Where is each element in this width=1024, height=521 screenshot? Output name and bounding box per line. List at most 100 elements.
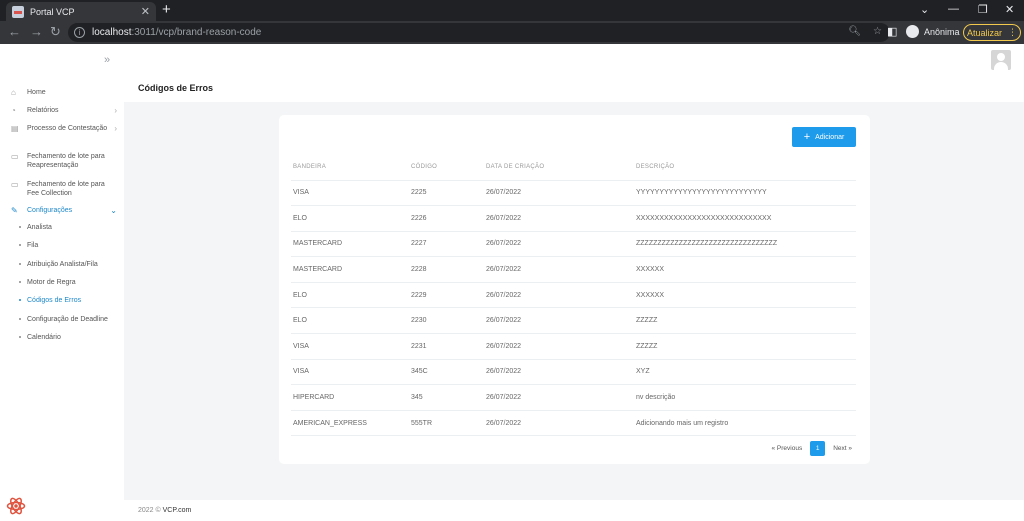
user-avatar[interactable] [991,50,1011,70]
bullet-icon [19,318,21,321]
bullet-icon [19,226,21,229]
cell-codigo: 555TR [409,410,484,437]
sidebar-subitem-calendario[interactable]: Calendário [19,334,61,341]
sidebar-subitem-deadline[interactable]: Configuração de Deadline [19,316,108,323]
cell-descricao: ZZZZZ [634,333,856,360]
chevron-down-icon: ⌄ [110,206,117,215]
window-close-icon[interactable]: ✕ [1005,3,1014,16]
wrench-icon: ✎ [11,206,18,215]
sidebar-subitem-motor-regra[interactable]: Motor de Regra [19,279,76,286]
page-header: Códigos de Erros [124,44,1024,102]
sidebar-item-relatorios[interactable]: ◔ Relatórios › [11,106,117,115]
table-row[interactable]: MASTERCARD 2228 26/07/2022 XXXXXX [291,256,856,283]
update-button[interactable]: Atualizar ⋮ [963,24,1021,41]
pagination-page-1[interactable]: 1 [810,441,826,456]
tab-title: Portal VCP [30,6,75,17]
address-bar: ← → ↻ i localhost:3011/vcp/brand-reason-… [0,21,1024,44]
footer-brand-link[interactable]: VCP.com [163,507,192,514]
site-favicon-icon [12,5,24,18]
tab-search-icon[interactable]: ⌄ [920,3,929,16]
zoom-search-icon[interactable]: 🔍︎ [848,26,861,37]
cell-data: 26/07/2022 [484,180,634,207]
reload-icon[interactable]: ↻ [50,24,61,40]
close-tab-icon[interactable]: ✕ [141,5,150,18]
cell-data: 26/07/2022 [484,307,634,335]
cell-data: 26/07/2022 [484,333,634,360]
cell-bandeira: ELO [291,205,409,232]
sidebar-item-configuracoes[interactable]: ✎ Configurações ⌄ [11,206,117,215]
sidebar-item-contestacao[interactable]: ▤ Processo de Contestação › [11,124,117,133]
sidebar-item-label: Fechamento de lote para Reapresentação [27,153,105,169]
sidebar-subitem-label: Configuração de Deadline [27,316,108,323]
column-header-bandeira[interactable]: BANDEIRA [291,155,409,181]
bookmark-star-icon[interactable]: ☆ [873,26,882,37]
update-label: Atualizar [966,27,1002,38]
cell-descricao: XXXXXXXXXXXXXXXXXXXXXXXXXXXXX [634,205,856,232]
cell-data: 26/07/2022 [484,231,634,258]
sidebar-item-fee-collection[interactable]: ▭ Fechamento de lote para Fee Collection [11,180,117,198]
table-row[interactable]: AMERICAN_EXPRESS 555TR 26/07/2022 Adicionan… [291,410,856,437]
table-row[interactable]: ELO 2230 26/07/2022 ZZZZZ [291,307,856,335]
table-row[interactable]: HIPERCARD 345 26/07/2022 nv descrição [291,384,856,411]
sidebar-subitem-fila[interactable]: Fila [19,242,38,249]
sidebar: » ⌂ Home ◔ Relatórios › ▤ Processo de Co… [0,44,124,521]
url-input[interactable]: i localhost:3011/vcp/brand-reason-code 🔍… [68,23,890,42]
minimize-icon[interactable]: — [948,3,959,15]
sidebar-subitem-label: Motor de Regra [27,279,76,286]
cell-codigo: 2229 [409,282,484,309]
cell-bandeira: MASTERCARD [291,256,409,283]
folder-icon: ▤ [11,124,19,133]
sidebar-subitem-label: Códigos de Erros [27,297,82,304]
pagination-previous[interactable]: « Previous [771,445,802,452]
sidebar-item-reapresentacao[interactable]: ▭ Fechamento de lote para Reapresentação [11,152,117,170]
cell-data: 26/07/2022 [484,384,634,411]
side-panel-icon[interactable]: ◧ [887,24,897,40]
browser-tab[interactable]: Portal VCP ✕ [6,2,156,21]
new-tab-button[interactable]: + [162,2,171,18]
forward-icon[interactable]: → [30,24,43,40]
table-row[interactable]: MASTERCARD 2227 26/07/2022 ZZZZZZZZZZZZZZZZ… [291,231,856,258]
bullet-icon [19,299,21,302]
restore-icon[interactable]: ❐ [978,3,988,16]
table-row[interactable]: VISA 345C 26/07/2022 XYZ [291,359,856,386]
cell-descricao: XXXXXX [634,282,856,309]
sidebar-subitem-codigos-erros[interactable]: Códigos de Erros [19,297,81,304]
cell-descricao: ZZZZZZZZZZZZZZZZZZZZZZZZZZZZZZZZZ [634,231,856,258]
bullet-icon [19,281,21,284]
sidebar-item-home[interactable]: ⌂ Home [11,88,117,97]
cell-bandeira: ELO [291,307,409,335]
url-host: localhost [92,27,132,38]
cell-codigo: 2225 [409,180,484,207]
chart-icon: ◔ [11,106,16,115]
cell-descricao: nv descrição [634,384,856,411]
cell-codigo: 345C [409,359,484,386]
sidebar-subitem-analista[interactable]: Analista [19,224,52,231]
react-logo-icon [6,497,26,515]
cell-bandeira: VISA [291,180,409,207]
sidebar-subitem-atribuicao[interactable]: Atribuição Analista/Fila [19,261,98,268]
cell-data: 26/07/2022 [484,205,634,232]
table-row[interactable]: ELO 2226 26/07/2022 XXXXXXXXXXXXXXXXXXXXXXX… [291,205,856,232]
sidebar-subitem-label: Analista [27,224,52,231]
home-icon: ⌂ [11,88,16,97]
cell-descricao: YYYYYYYYYYYYYYYYYYYYYYYYYYYY [634,180,856,207]
table-row[interactable]: VISA 2231 26/07/2022 ZZZZZ [291,333,856,360]
add-button-label: Adicionar [815,133,845,141]
column-header-codigo[interactable]: CÓDIGO [409,155,484,181]
bullet-icon [19,263,21,266]
column-header-descricao[interactable]: DESCRIÇÃO [634,155,856,181]
site-info-icon[interactable]: i [74,27,85,38]
more-menu-icon[interactable]: ⋮ [1008,27,1017,38]
profile-button[interactable]: Anônima [906,25,960,38]
collapse-sidebar-icon[interactable]: » [104,54,110,66]
add-button[interactable]: + Adicionar [792,127,856,147]
back-icon[interactable]: ← [8,24,21,40]
table-row[interactable]: VISA 2225 26/07/2022 YYYYYYYYYYYYYYYYYYYYYY… [291,180,856,207]
error-codes-table: BANDEIRA CÓDIGO DATA DE CRIAÇÃO DESCRIÇÃ… [291,155,856,437]
sidebar-item-label: Home [27,89,46,96]
table-row[interactable]: ELO 2229 26/07/2022 XXXXXX [291,282,856,309]
cell-bandeira: AMERICAN_EXPRESS [291,410,409,437]
cell-codigo: 2227 [409,231,484,258]
pagination-next[interactable]: Next » [833,445,852,452]
column-header-data[interactable]: DATA DE CRIAÇÃO [484,155,634,181]
